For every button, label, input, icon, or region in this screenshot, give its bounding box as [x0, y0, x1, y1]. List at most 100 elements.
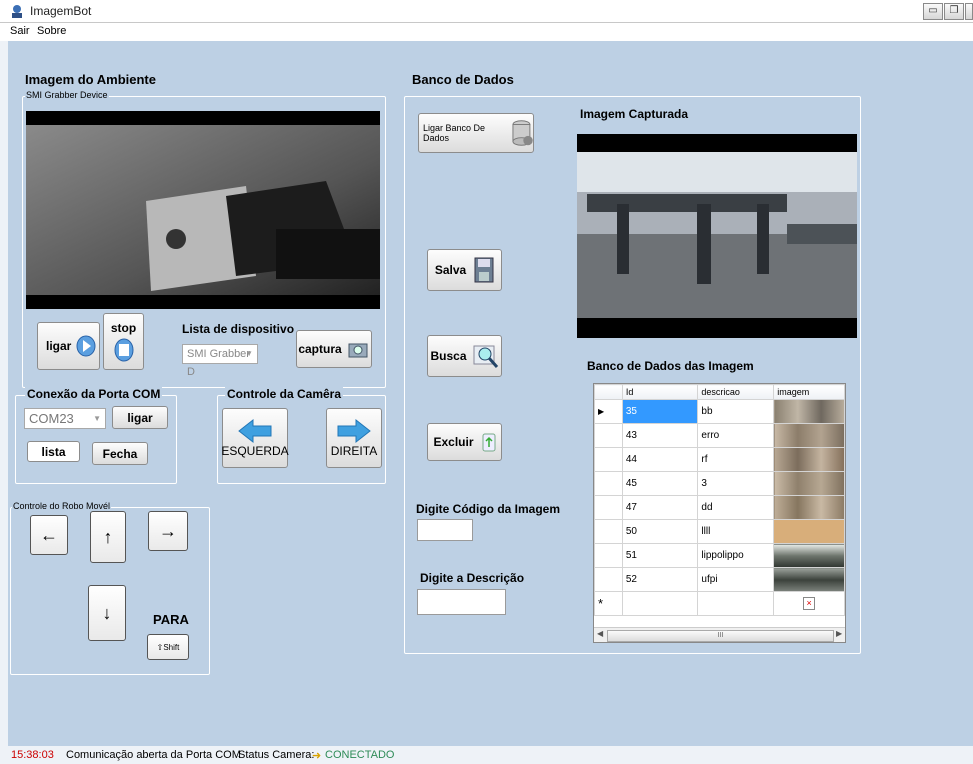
device-select[interactable]: SMI Grabber D ▼: [182, 344, 258, 378]
robot-app-icon: [12, 5, 22, 18]
row-selector[interactable]: [594, 567, 623, 592]
cell-id[interactable]: 45: [621, 471, 699, 496]
image-code-input[interactable]: [417, 519, 473, 541]
camera-stop-button[interactable]: stop: [103, 313, 144, 370]
cell-image-thumbnail[interactable]: [773, 447, 845, 472]
menu-sobre[interactable]: Sobre: [37, 25, 66, 37]
arrow-left-icon: ←: [40, 524, 58, 545]
camera-ligar-button[interactable]: ligar: [37, 322, 100, 370]
table-row[interactable]: ▶ 35 bb: [594, 399, 845, 424]
delete-button[interactable]: Excluir: [427, 423, 502, 461]
cell-descricao[interactable]: dd: [697, 495, 775, 520]
cell-image-thumbnail[interactable]: [773, 567, 845, 592]
cell-descricao[interactable]: ufpi: [697, 567, 775, 592]
scroll-right-icon[interactable]: ▶: [836, 629, 842, 638]
images-grid-title: Banco de Dados das Imagem: [587, 359, 754, 373]
camera-right-label: DIREITA: [330, 444, 378, 458]
column-header-imagem[interactable]: imagem: [773, 384, 845, 400]
close-button[interactable]: [965, 3, 973, 20]
horizontal-scrollbar[interactable]: ◀ III ▶: [594, 627, 845, 642]
com-fecha-label: Fecha: [102, 446, 138, 461]
cell-id[interactable]: 50: [621, 519, 699, 544]
minimize-button[interactable]: ▭: [923, 3, 943, 20]
new-cell-id[interactable]: [621, 591, 699, 616]
cell-image-thumbnail[interactable]: [773, 423, 845, 448]
row-selector[interactable]: [594, 495, 623, 520]
description-input[interactable]: [417, 589, 506, 615]
column-header-id[interactable]: Id: [621, 384, 699, 400]
cell-id[interactable]: 47: [621, 495, 699, 520]
robot-left-button[interactable]: ←: [30, 515, 68, 555]
cell-id[interactable]: 51: [621, 543, 699, 568]
com-ligar-button[interactable]: ligar: [112, 406, 168, 429]
row-selector[interactable]: [594, 471, 623, 496]
table-row[interactable]: 51 lippolippo: [594, 543, 845, 568]
cell-image-thumbnail[interactable]: [773, 519, 845, 544]
com-lista-label: lista: [41, 444, 66, 459]
camera-capture-icon: [348, 343, 368, 358]
cell-id[interactable]: 35: [621, 399, 699, 424]
com-port-select[interactable]: COM23 ▼: [24, 408, 106, 429]
row-selector[interactable]: [594, 423, 623, 448]
table-row[interactable]: 50 llll: [594, 519, 845, 544]
table-row[interactable]: 43 erro: [594, 423, 845, 448]
live-camera-image: [26, 125, 380, 295]
scroll-left-icon[interactable]: ◀: [597, 629, 603, 638]
cell-id[interactable]: 43: [621, 423, 699, 448]
chevron-down-icon: ▼: [93, 414, 101, 423]
left-window-border: [0, 41, 8, 764]
floppy-disk-icon: [474, 257, 494, 283]
com-lista-button[interactable]: lista: [27, 441, 80, 462]
com-port-value: COM23: [29, 411, 74, 426]
cell-id[interactable]: 44: [621, 447, 699, 472]
row-selector[interactable]: [594, 543, 623, 568]
database-add-icon: [512, 120, 533, 146]
cell-image-thumbnail[interactable]: [773, 471, 845, 496]
window-title: ImagemBot: [30, 4, 92, 18]
environment-image-title: Imagem do Ambiente: [25, 72, 156, 87]
cell-descricao[interactable]: lippolippo: [697, 543, 775, 568]
images-data-grid[interactable]: Id descricao imagem ▶ 35 bb 43 erro 44 r…: [593, 383, 846, 643]
cell-descricao[interactable]: erro: [697, 423, 775, 448]
save-button[interactable]: Salva: [427, 249, 502, 291]
captured-image-view: [577, 134, 857, 338]
connect-database-button[interactable]: Ligar Banco De Dados: [418, 113, 534, 153]
table-row[interactable]: 52 ufpi: [594, 567, 845, 592]
row-selector[interactable]: [594, 447, 623, 472]
cell-image-thumbnail[interactable]: [773, 543, 845, 568]
robot-right-button[interactable]: →: [148, 511, 188, 551]
captura-button[interactable]: captura: [296, 330, 372, 368]
menu-sair[interactable]: Sair: [10, 25, 30, 37]
table-row[interactable]: 45 3: [594, 471, 845, 496]
arrow-right-icon: [337, 418, 371, 444]
row-header-corner: [594, 384, 623, 400]
row-selector-arrow-icon[interactable]: ▶: [594, 399, 623, 424]
cell-id[interactable]: 52: [621, 567, 699, 592]
camera-right-button[interactable]: DIREITA: [326, 408, 382, 468]
cell-descricao[interactable]: bb: [697, 399, 775, 424]
scrollbar-thumb[interactable]: III: [607, 630, 834, 642]
new-row[interactable]: * ×: [594, 591, 845, 616]
status-time: 15:38:03: [11, 749, 54, 761]
play-icon: [76, 335, 96, 357]
column-header-descricao[interactable]: descricao: [697, 384, 775, 400]
cell-descricao[interactable]: llll: [697, 519, 775, 544]
robot-down-button[interactable]: ↓: [88, 585, 126, 641]
cell-image-thumbnail[interactable]: [773, 399, 845, 424]
table-row[interactable]: 44 rf: [594, 447, 845, 472]
row-selector[interactable]: [594, 519, 623, 544]
save-label: Salva: [434, 263, 467, 277]
cell-descricao[interactable]: 3: [697, 471, 775, 496]
image-code-label: Digite Código da Imagem: [416, 502, 561, 516]
camera-left-button[interactable]: ESQUERDA: [221, 408, 289, 468]
cell-image-thumbnail[interactable]: [773, 495, 845, 520]
new-cell-descricao[interactable]: [697, 591, 775, 616]
cell-descricao[interactable]: rf: [697, 447, 775, 472]
search-button[interactable]: Busca: [427, 335, 502, 377]
restore-button[interactable]: ❐: [944, 3, 964, 20]
robot-stop-shift-button[interactable]: ⇧Shift: [147, 634, 189, 660]
com-fecha-button[interactable]: Fecha: [92, 442, 148, 465]
table-row[interactable]: 47 dd: [594, 495, 845, 520]
robot-up-button[interactable]: ↑: [90, 511, 126, 563]
new-cell-imagem[interactable]: ×: [773, 591, 845, 616]
